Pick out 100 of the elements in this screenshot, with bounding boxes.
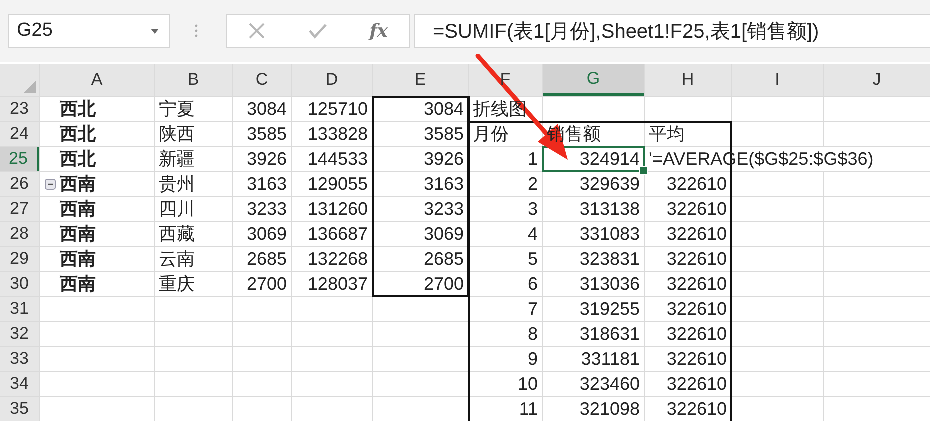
table-cell: 144533 (292, 147, 372, 171)
table-cell: 9 (469, 347, 542, 371)
table-cell: 132268 (292, 247, 372, 271)
name-box[interactable]: G25 (8, 14, 170, 48)
table-cell: 322610 (645, 397, 731, 421)
table-cell: 11 (469, 397, 542, 421)
table-cell: 新疆 (155, 147, 232, 171)
row-header[interactable]: 29 (0, 247, 39, 271)
table-cell: 329639 (543, 172, 644, 196)
row-header[interactable]: 33 (0, 347, 39, 371)
table-cell: 4 (469, 222, 542, 246)
table-cell: 3233 (373, 197, 468, 221)
table-cell: 西南 (40, 197, 154, 221)
cancel-icon[interactable] (248, 22, 266, 40)
column-header[interactable]: F (469, 64, 542, 96)
row-header[interactable]: 28 (0, 222, 39, 246)
table-cell: 323831 (543, 247, 644, 271)
column-header[interactable]: A (40, 64, 154, 96)
table-cell: 2700 (373, 272, 468, 296)
table-cell: 322610 (645, 197, 731, 221)
table-cell: 3585 (373, 122, 468, 146)
table-cell: 宁夏 (155, 97, 232, 121)
column-header[interactable]: J (824, 64, 930, 96)
table-cell: 3069 (233, 222, 291, 246)
formula-bar[interactable]: =SUMIF(表1[月份],Sheet1!F25,表1[销售额]) (414, 14, 930, 48)
table-cell: 322610 (645, 347, 731, 371)
table-cell: 3585 (233, 122, 291, 146)
table-cell: 西南 (40, 272, 154, 296)
table-cell: 7 (469, 297, 542, 321)
drag-handle-icon (195, 24, 198, 38)
table-cell: 西藏 (155, 222, 232, 246)
collapse-icon[interactable] (45, 178, 56, 190)
table-cell: 322610 (645, 297, 731, 321)
table-cell: 3163 (233, 172, 291, 196)
table-cell: 陕西 (155, 122, 232, 146)
table-cell: 3163 (373, 172, 468, 196)
table-cell: 331083 (543, 222, 644, 246)
table-cell: 318631 (543, 322, 644, 346)
row-header[interactable]: 31 (0, 297, 39, 321)
select-all-button[interactable] (0, 64, 39, 96)
table-cell: 四川 (155, 197, 232, 221)
table-cell: 2685 (373, 247, 468, 271)
table-cell: 3926 (373, 147, 468, 171)
table-cell: 131260 (292, 197, 372, 221)
table-cell: 折线图 (469, 97, 542, 121)
table-cell: 月份 (469, 122, 542, 146)
table-cell: 313036 (543, 272, 644, 296)
column-header[interactable]: G (543, 64, 644, 96)
table-cell: 1 (469, 147, 542, 171)
table-cell: 贵州 (155, 172, 232, 196)
table-cell: 3233 (233, 197, 291, 221)
table-cell: 平均 (645, 122, 731, 146)
row-header[interactable]: 26 (0, 172, 39, 196)
table-cell: 331181 (543, 347, 644, 371)
row-header[interactable]: 34 (0, 372, 39, 396)
table-cell: 321098 (543, 397, 644, 421)
table-cell: 重庆 (155, 272, 232, 296)
table-cell: 133828 (292, 122, 372, 146)
insert-function-button[interactable]: fx (370, 20, 388, 42)
check-icon[interactable] (308, 23, 328, 39)
row-header[interactable]: 32 (0, 322, 39, 346)
column-header[interactable]: C (233, 64, 291, 96)
table-cell: 西南 (40, 172, 154, 196)
table-cell: 2685 (233, 247, 291, 271)
table-cell: 西北 (40, 122, 154, 146)
table-cell: 322610 (645, 247, 731, 271)
table-cell: 西南 (40, 247, 154, 271)
column-header[interactable]: E (373, 64, 468, 96)
table-cell: 西南 (40, 222, 154, 246)
table-cell: 128037 (292, 272, 372, 296)
table-cell: 129055 (292, 172, 372, 196)
row-header[interactable]: 25 (0, 147, 39, 171)
column-header[interactable]: B (155, 64, 232, 96)
row-header[interactable]: 24 (0, 122, 39, 146)
row-header[interactable]: 35 (0, 397, 39, 421)
table-cell: 2 (469, 172, 542, 196)
table-cell: 322610 (645, 172, 731, 196)
table-cell: 3 (469, 197, 542, 221)
table-cell: 3084 (233, 97, 291, 121)
caret-icon (151, 28, 159, 34)
table-cell: 2700 (233, 272, 291, 296)
row-header[interactable]: 27 (0, 197, 39, 221)
row-header[interactable]: 23 (0, 97, 39, 121)
table-cell: 3084 (373, 97, 468, 121)
table-cell: 6 (469, 272, 542, 296)
column-header[interactable]: I (732, 64, 823, 96)
table-cell: 322610 (645, 322, 731, 346)
column-header[interactable]: H (645, 64, 731, 96)
column-header[interactable]: D (292, 64, 372, 96)
row-header[interactable]: 30 (0, 272, 39, 296)
table-cell: 3926 (233, 147, 291, 171)
triangle-icon (22, 79, 36, 93)
table-cell: 8 (469, 322, 542, 346)
table-cell: 322610 (645, 372, 731, 396)
table-cell: 云南 (155, 247, 232, 271)
table-cell: 322610 (645, 222, 731, 246)
table-cell: 319255 (543, 297, 644, 321)
table-cell: 5 (469, 247, 542, 271)
table-cell: 10 (469, 372, 542, 396)
table-cell: 322610 (645, 272, 731, 296)
